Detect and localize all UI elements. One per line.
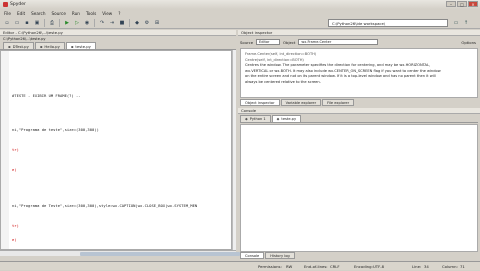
menu-view[interactable]: View [102,11,112,16]
python-icon: ◆ [245,117,248,121]
toolbar-separator [44,18,45,27]
console-bottom-tabs: Console History log [240,252,295,259]
tab-dtest[interactable]: ▪ DTest.py [3,42,34,49]
code-line: ni,"Programa de Teste",size=(300,300),st… [12,203,198,208]
scrollbar-thumb[interactable] [80,252,240,256]
editor-vertical-scrollbar[interactable] [232,50,236,250]
run-icon[interactable]: ▶ [63,19,71,27]
menu-help[interactable]: ? [118,11,120,16]
python-icon: ◆ [276,117,280,121]
editor-tabs: ▪ DTest.py ▪ Hello.py ▪ teste.py [0,42,236,50]
save-icon[interactable]: ▪ [23,19,31,27]
open-icon[interactable]: ▭ [13,19,21,27]
python-icon[interactable]: ◆ [133,19,141,27]
python-file-icon: ▪ [39,43,43,49]
console-tabs: ◆ Python 1 ◆ teste.py [240,115,478,123]
working-directory-input[interactable]: C:\Python26\ide workspace\ [328,19,448,27]
tab-hello[interactable]: ▪ Hello.py [34,42,65,49]
code-line: ni,"Programa de teste",size=(300,300)) [12,127,99,132]
stop-icon[interactable]: ■ [118,19,126,27]
tab-console[interactable]: Console [240,252,265,259]
code-line: tr) [12,147,19,152]
parent-dir-icon[interactable]: ↑ [462,19,470,27]
toolbar-separator [129,18,130,27]
tab-label: Hello.py [44,43,60,49]
tab-variable-explorer[interactable]: Variable explorer [280,99,322,106]
spyder-logo-icon [3,2,8,7]
object-label: Object [283,39,296,45]
menu-file[interactable]: File [4,11,11,16]
inspector-panel-header: Object inspector [238,30,480,36]
console-output[interactable] [240,124,478,252]
line-gutter [1,51,9,249]
code-line: tr) [12,223,19,228]
window-title: Spyder [10,2,26,7]
tab-teste-console[interactable]: ◆ teste.py [271,115,302,122]
options-button[interactable]: Options [461,40,476,45]
close-button[interactable]: × [468,1,478,7]
tab-python-1[interactable]: ◆ Python 1 [240,115,271,122]
inspector-tabs: Object inspector Variable explorer File … [240,99,355,106]
folder-icon[interactable]: ▭ [452,19,460,27]
tab-teste[interactable]: ▪ teste.py [65,42,96,49]
code-line: #TESTE - EXIBIR UM FRAME(?) -- [12,93,81,98]
print-icon[interactable]: ⎙ [48,19,56,27]
title-bar: Spyder – □ × [0,0,480,9]
menu-tools[interactable]: Tools [86,11,96,16]
save-all-icon[interactable]: ▣ [33,19,41,27]
maximize-button[interactable]: □ [457,1,467,7]
source-select[interactable]: Editor [256,39,281,45]
inspector-source-row: Source Editor Object wx.Frame.Center Opt… [240,38,480,46]
python-file-icon: ▪ [70,43,74,49]
console-panel-header: Console [238,108,480,114]
code-line: e) [12,167,17,172]
new-file-icon[interactable]: ▫ [3,19,11,27]
run-selection-icon[interactable]: ▷ [73,19,81,27]
code-editor[interactable]: #TESTE - EXIBIR UM FRAME(?) -- ni,"Progr… [0,50,232,250]
doc-text: always be centered relative to the scree… [245,79,321,84]
settings-icon[interactable]: ⚙ [143,19,151,27]
tab-object-inspector[interactable]: Object inspector [240,99,280,106]
menu-run[interactable]: Run [72,11,80,16]
path-actions: ▭ ↑ [452,19,470,27]
menu-search[interactable]: Search [31,11,45,16]
continue-icon[interactable]: ⇥ [108,19,116,27]
tab-file-explorer[interactable]: File explorer [322,99,355,106]
editor-horizontal-scrollbar[interactable] [0,250,240,256]
step-icon[interactable]: ↷ [98,19,106,27]
debug-icon[interactable]: ◉ [83,19,91,27]
menu-source[interactable]: Source [52,11,66,16]
tab-label: Python 1 [249,117,266,121]
python-file-icon: ▪ [8,43,11,49]
object-input[interactable]: wx.Frame.Center [298,39,379,45]
tab-history-log[interactable]: History log [265,252,295,259]
tab-label: DTest.py [12,43,29,49]
status-bar: Permissions: RW End-of-lines: CRLF Encod… [0,261,480,270]
menu-bar: File Edit Search Source Run Tools View ? [0,9,480,17]
tab-label: teste.py [281,117,297,121]
minimize-button[interactable]: – [446,1,456,7]
source-label: Source [240,39,254,45]
toolbar-separator [59,18,60,27]
code-line: e) [12,237,17,242]
inspector-doc: Frame.Center(self, int_direction=BOTH) C… [240,48,478,98]
tab-label: teste.py [75,43,91,49]
window-controls: – □ × [446,1,478,7]
menu-edit[interactable]: Edit [17,11,25,16]
toolbar-separator [94,18,95,27]
pythonpath-icon[interactable]: ⊞ [153,19,161,27]
